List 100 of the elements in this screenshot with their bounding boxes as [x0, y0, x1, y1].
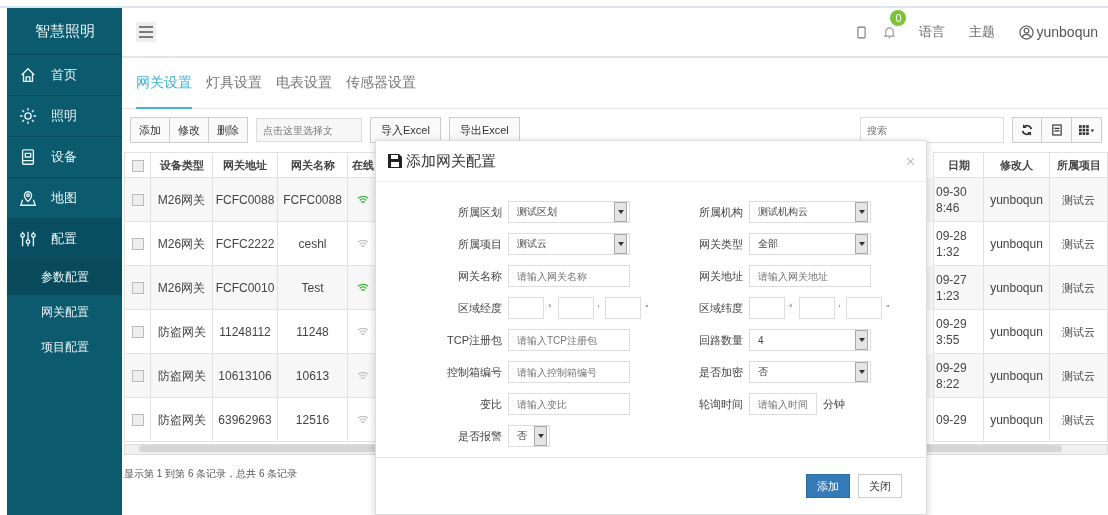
coordinate-field[interactable]: [749, 297, 785, 319]
bell-icon[interactable]: [884, 25, 896, 39]
dropdown[interactable]: 测试云: [508, 233, 630, 255]
column-header[interactable]: 网关地址: [212, 152, 278, 178]
tab[interactable]: 电表设置: [276, 57, 332, 109]
coordinate-field[interactable]: [605, 297, 642, 319]
table-cell: 09-30 8:46: [933, 177, 984, 222]
field-label: 轮询时间: [698, 396, 743, 412]
coordinate-field[interactable]: [798, 297, 835, 319]
dropdown[interactable]: 测试区划: [508, 201, 630, 223]
column-header[interactable]: 所属项目: [1049, 152, 1108, 178]
dropdown[interactable]: 否: [508, 425, 550, 447]
caret-icon: [537, 434, 544, 438]
field-label: 区域纬度: [698, 300, 743, 316]
caret-icon: [858, 338, 865, 342]
app-logo: 智慧照明: [7, 8, 122, 55]
dropdown[interactable]: 否: [749, 361, 871, 383]
notification-badge: 0: [890, 9, 907, 26]
toolbar-button[interactable]: 添加: [130, 117, 170, 143]
table-cell: 防盗网关: [150, 397, 213, 442]
coordinate-field[interactable]: [508, 297, 544, 319]
header-link[interactable]: 主题: [969, 23, 996, 41]
column-header[interactable]: 网关名称: [277, 152, 348, 178]
nav-item[interactable]: 配置: [7, 219, 122, 260]
dropdown[interactable]: 4: [749, 329, 871, 351]
table-cell: 63962963: [212, 397, 278, 442]
select-all-checkbox[interactable]: [131, 159, 144, 172]
nav-item[interactable]: 照明: [7, 96, 122, 137]
nav-item[interactable]: 首页: [7, 55, 122, 96]
excel-button[interactable]: 导出Excel: [448, 117, 520, 143]
toggle-view-button[interactable]: [1042, 117, 1072, 143]
field-label: 回路数量: [698, 332, 743, 348]
table-cell: Test: [277, 265, 348, 310]
coordinate-field[interactable]: [846, 297, 883, 319]
unit-symbol: ′: [838, 303, 841, 313]
sliders-icon: [19, 230, 37, 248]
table-cell: yunboqun: [983, 397, 1050, 442]
table-cell: 12516: [277, 397, 348, 442]
search-field[interactable]: 搜索: [860, 117, 1004, 143]
table-cell: M26网关: [150, 265, 213, 310]
input-field[interactable]: 请输入变比: [508, 393, 630, 415]
menu-button[interactable]: [136, 22, 156, 42]
excel-button[interactable]: 导入Excel: [370, 117, 441, 143]
user-icon: [1019, 24, 1035, 40]
field-label: 控制箱编号: [446, 364, 502, 380]
field-label: 是否加密: [698, 364, 743, 380]
field-label: 区域经度: [457, 300, 502, 316]
input-field[interactable]: 请输入时间: [749, 393, 817, 415]
submit-button[interactable]: 添加: [806, 474, 850, 498]
cancel-button[interactable]: 关闭: [858, 474, 902, 498]
row-checkbox[interactable]: [131, 238, 144, 251]
table-cell: 10613: [277, 353, 348, 398]
input-field[interactable]: 请输入控制箱编号: [508, 361, 630, 383]
table-cell: 11248112: [212, 309, 278, 354]
column-header[interactable]: 修改人: [983, 152, 1050, 178]
toolbar-button[interactable]: 修改: [170, 117, 209, 143]
file-field[interactable]: 点击这里选择文: [256, 118, 362, 142]
tab[interactable]: 灯具设置: [206, 57, 262, 109]
table-cell: 10613106: [212, 353, 278, 398]
column-header[interactable]: 日期: [933, 152, 984, 178]
field-label: 网关名称: [457, 268, 502, 284]
unit-symbol: °: [548, 303, 552, 313]
dropdown[interactable]: 测试机构云: [749, 201, 871, 223]
refresh-button[interactable]: [1012, 117, 1042, 143]
table-cell: yunboqun: [983, 221, 1050, 266]
close-button[interactable]: [907, 157, 914, 165]
nav-item[interactable]: 设备: [7, 137, 122, 178]
columns-button[interactable]: [1072, 117, 1102, 143]
input-field[interactable]: 请输入网关地址: [749, 265, 871, 287]
input-field[interactable]: 请输入TCP注册包: [508, 329, 630, 351]
header-link[interactable]: 语言: [919, 23, 946, 41]
row-checkbox[interactable]: [131, 194, 144, 207]
user-menu[interactable]: yunboqun: [1019, 24, 1098, 40]
table-cell: FCFC0088: [212, 177, 278, 222]
table-cell: 防盗网关: [150, 309, 213, 354]
table-cell: M26网关: [150, 221, 213, 266]
table-cell: yunboqun: [983, 353, 1050, 398]
field-label: 网关地址: [698, 268, 743, 284]
tablet-icon: [19, 148, 37, 166]
unit-symbol: ′: [597, 303, 600, 313]
phone-icon[interactable]: [857, 25, 867, 39]
coordinate-field[interactable]: [557, 297, 594, 319]
caret-icon: [858, 210, 865, 214]
table-cell: 防盗网关: [150, 353, 213, 398]
home-icon: [19, 66, 37, 84]
menu-icon: [139, 26, 153, 38]
row-checkbox[interactable]: [131, 414, 144, 427]
input-field[interactable]: 请输入网关名称: [508, 265, 630, 287]
column-header[interactable]: 设备类型: [150, 152, 213, 178]
sub-nav-item[interactable]: 项目配置: [7, 330, 122, 365]
table-cell: FCFC0088: [277, 177, 348, 222]
tab[interactable]: 传感器设置: [346, 57, 416, 109]
table-cell: FCFC0010: [212, 265, 278, 310]
row-checkbox[interactable]: [131, 326, 144, 339]
toolbar-button[interactable]: 删除: [209, 117, 248, 143]
sub-nav-item[interactable]: 网关配置: [7, 295, 122, 330]
row-checkbox[interactable]: [131, 370, 144, 383]
sub-nav-item[interactable]: 参数配置: [7, 260, 122, 295]
dropdown[interactable]: 全部: [749, 233, 871, 255]
row-checkbox[interactable]: [131, 282, 144, 295]
